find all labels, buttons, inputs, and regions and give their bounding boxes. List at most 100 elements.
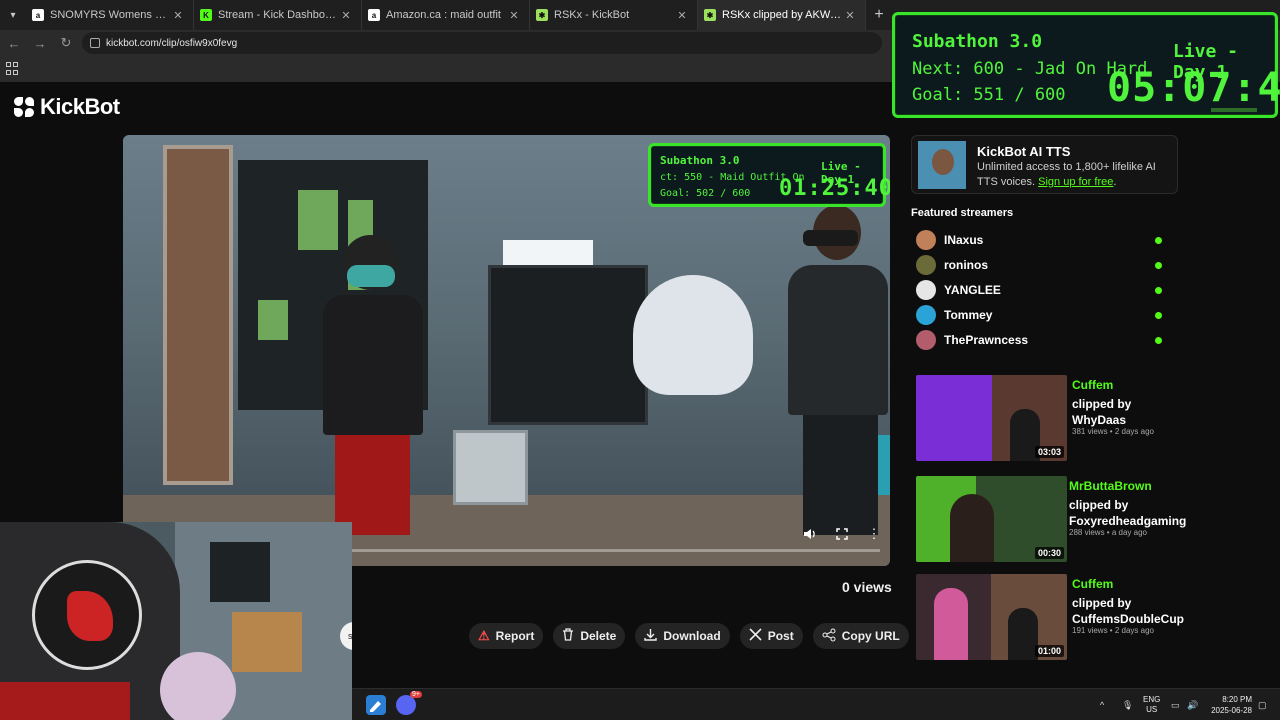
browser-tab[interactable]: ✱ RSKx - KickBot ✕ <box>530 0 698 30</box>
post-button[interactable]: Post <box>739 623 803 649</box>
new-tab-button[interactable]: + <box>866 6 892 24</box>
browser-tab[interactable]: a Amazon.ca : maid outfit ✕ <box>362 0 530 30</box>
clip-card[interactable]: 00:30 MrButtaBrown clipped by Foxyredhea… <box>916 476 1186 562</box>
delete-button[interactable]: Delete <box>553 623 626 649</box>
close-icon[interactable]: ✕ <box>843 9 857 22</box>
featured-streamers-heading: Featured streamers <box>911 207 1014 219</box>
discord-icon[interactable]: 9+ <box>396 691 422 715</box>
clip-author-name: CuffemsDoubleCup <box>1072 612 1184 626</box>
signup-link[interactable]: Sign up for free <box>1038 176 1113 188</box>
close-icon[interactable]: ✕ <box>339 9 353 22</box>
clip-meta: 288 views • a day ago <box>1069 528 1147 537</box>
streamer-item[interactable]: ThePrawncess <box>916 329 1166 351</box>
streamer-item[interactable]: Tommey <box>916 304 1166 326</box>
tab-label: RSKx clipped by AKWerring <box>722 9 843 21</box>
clip-channel[interactable]: Cuffem <box>1072 577 1113 591</box>
lang-top: ENG <box>1143 695 1161 704</box>
tts-promo-card[interactable]: KickBot AI TTS Unlimited access to 1,800… <box>911 135 1178 194</box>
subathon-title: Subathon 3.0 <box>912 31 1043 52</box>
subathon-bar <box>1211 108 1257 112</box>
more-vertical-icon[interactable]: ⋮ <box>864 524 884 544</box>
webcam-board <box>210 542 270 602</box>
back-arrow-icon[interactable]: ← <box>2 31 26 55</box>
avatar <box>916 230 936 250</box>
clip-duration: 03:03 <box>1034 446 1064 458</box>
subathon-timer: 05:07:41 <box>1107 65 1280 111</box>
tab-label: Amazon.ca : maid outfit <box>386 9 501 21</box>
streamer-name: INaxus <box>944 233 984 247</box>
subathon-overlay-in-video: Subathon 3.0 ct: 550 - Maid Outfit On Go… <box>648 143 890 207</box>
close-icon[interactable]: ✕ <box>507 9 521 22</box>
live-indicator-icon <box>1155 261 1162 269</box>
browser-tab-active[interactable]: ✱ RSKx clipped by AKWerring ✕ <box>698 0 866 30</box>
language-indicator[interactable]: ENG US <box>1143 695 1160 715</box>
post-label: Post <box>767 629 794 643</box>
clip-channel[interactable]: Cuffem <box>1072 378 1113 392</box>
close-icon[interactable]: ✕ <box>171 9 185 22</box>
webcam-shorts <box>0 682 130 720</box>
report-icon: ⚠ <box>478 628 490 643</box>
raptors-logo <box>32 560 142 670</box>
tab-label: Stream - Kick Dashboard <box>218 9 339 21</box>
video-player[interactable]: Subathon 3.0 ct: 550 - Maid Outfit On Go… <box>123 135 890 566</box>
clip-author: clipped by Foxyredheadgaming <box>1069 497 1189 529</box>
download-button[interactable]: Download <box>635 623 730 649</box>
volume-icon[interactable] <box>800 524 820 544</box>
copy-url-button[interactable]: Copy URL <box>812 623 909 649</box>
lang-bottom: US <box>1146 705 1158 714</box>
streamer-name: ThePrawncess <box>944 333 1029 347</box>
video-scene-chair <box>633 275 753 395</box>
clock[interactable]: 8:20 PM 2025-06-28 <box>1206 694 1252 716</box>
clip-author: clipped by CuffemsDoubleCup <box>1072 595 1184 627</box>
streamer-item[interactable]: roninos <box>916 254 1166 276</box>
clip-meta: 191 views • 2 days ago <box>1072 626 1154 635</box>
notifications-icon[interactable]: ▢ <box>1258 689 1267 720</box>
clip-author-name: Foxyredheadgaming <box>1069 514 1187 528</box>
clock-time: 8:20 PM <box>1222 695 1252 704</box>
download-icon <box>644 628 658 644</box>
network-icon[interactable]: ▭ <box>1171 689 1180 720</box>
tab-search-chevron-icon[interactable]: ▾ <box>0 0 26 30</box>
webcam-ball <box>160 652 236 720</box>
kickbot-logo[interactable]: KickBot <box>14 94 120 120</box>
close-icon[interactable]: ✕ <box>675 9 689 22</box>
clipped-by-label: clipped by <box>1072 596 1132 610</box>
desktop: ▾ a SNOMYRS Womens Maid Outfit ✕ K Strea… <box>0 0 1280 720</box>
reload-icon[interactable]: ↻ <box>54 31 78 55</box>
forward-arrow-icon[interactable]: → <box>28 31 52 55</box>
streamer-item[interactable]: INaxus <box>916 229 1166 251</box>
streamer-item[interactable]: YANGLEE <box>916 279 1166 301</box>
video-scene-fan <box>453 430 528 505</box>
kickbot-icon: ✱ <box>704 9 716 21</box>
clip-thumbnail[interactable]: 00:30 <box>916 476 1067 562</box>
webcam-chair <box>232 612 302 672</box>
microphone-icon[interactable]: 🎙 <box>1122 689 1133 720</box>
video-scene-board <box>488 265 648 425</box>
browser-tab[interactable]: K Stream - Kick Dashboard ✕ <box>194 0 362 30</box>
fullscreen-icon[interactable] <box>832 524 852 544</box>
tab-label: SNOMYRS Womens Maid Outfit <box>50 9 171 21</box>
apps-grid-icon[interactable] <box>6 62 20 76</box>
browser-tab[interactable]: a SNOMYRS Womens Maid Outfit ✕ <box>26 0 194 30</box>
url-input[interactable]: kickbot.com/clip/osfiw9x0fevg <box>82 32 882 54</box>
clip-thumbnail[interactable]: 03:03 <box>916 375 1067 461</box>
show-hidden-icons[interactable]: ^ <box>1100 689 1104 720</box>
avatar <box>916 280 936 300</box>
subathon-overlay: Subathon 3.0 Next: 600 - Jad On Hard Goa… <box>892 12 1280 118</box>
site-info-icon[interactable] <box>90 38 100 48</box>
clipped-by-label: clipped by <box>1069 498 1129 512</box>
kickbot-logo-icon <box>14 97 34 117</box>
clip-card[interactable]: 01:00 Cuffem clipped by CuffemsDoubleCup… <box>916 574 1184 660</box>
clip-duration: 00:30 <box>1034 547 1064 559</box>
tab-label: RSKx - KickBot <box>554 9 630 21</box>
app-icon[interactable] <box>366 695 386 715</box>
clip-thumbnail[interactable]: 01:00 <box>916 574 1067 660</box>
avatar <box>916 330 936 350</box>
report-button[interactable]: ⚠ Report <box>469 623 544 649</box>
share-icon <box>822 628 836 645</box>
clip-channel[interactable]: MrButtaBrown <box>1069 479 1152 493</box>
video-scene-door <box>163 145 233 485</box>
live-indicator-icon <box>1155 336 1162 344</box>
speaker-icon[interactable]: 🔊 <box>1187 689 1198 720</box>
clip-card[interactable]: 03:03 Cuffem clipped by WhyDaas 381 view… <box>916 375 1176 461</box>
